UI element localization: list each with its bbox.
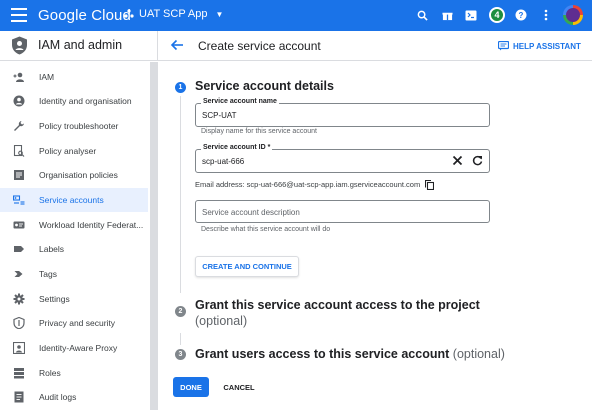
service-account-id-field[interactable]: Service account ID * scp-uat-666 — [195, 144, 490, 173]
more-vert-icon[interactable] — [539, 8, 553, 22]
project-name: UAT SCP App — [139, 8, 208, 20]
service-account-name-hint: Display name for this service account — [201, 128, 317, 135]
gift-icon[interactable] — [440, 8, 454, 22]
wrench-icon — [13, 120, 25, 132]
sidebar-item-audit-logs[interactable]: Audit logs — [0, 385, 148, 409]
privacy-shield-icon — [13, 317, 25, 329]
tag-icon — [13, 268, 25, 280]
step-connector — [180, 96, 181, 293]
sidebar-item-label: Policy troubleshooter — [39, 121, 119, 131]
sidebar-item-label: Tags — [39, 269, 57, 279]
account-circle-icon — [13, 95, 25, 107]
step-2-optional: (optional) — [195, 314, 248, 328]
chevron-down-icon: ▼ — [215, 9, 224, 19]
add-person-icon — [13, 71, 25, 83]
sidebar-item-organisation-policies[interactable]: Organisation policies — [0, 163, 148, 187]
top-app-bar: Google Cloud UAT SCP App ▼ 4 ? — [0, 0, 592, 31]
step-3-optional: (optional) — [452, 347, 505, 361]
service-account-email: Email address: scp-uat-666@uat-scp-app.i… — [195, 180, 421, 189]
sidebar-item-labels[interactable]: Labels — [0, 237, 148, 261]
notification-badge[interactable]: 4 — [489, 7, 505, 23]
chat-icon — [498, 41, 509, 51]
sidebar-item-iam[interactable]: IAM — [0, 65, 148, 89]
svg-text:?: ? — [519, 11, 524, 20]
sidebar-item-label: Audit logs — [39, 392, 77, 402]
search-icon[interactable] — [415, 8, 429, 22]
project-picker[interactable]: UAT SCP App ▼ — [124, 8, 223, 20]
shield-icon — [12, 36, 27, 55]
create-and-continue-button[interactable]: CREATE AND CONTINUE — [195, 256, 299, 277]
field-label: Service account name — [201, 98, 279, 105]
copy-icon[interactable] — [425, 180, 434, 190]
sidebar-item-workload-identity-federation[interactable]: Workload Identity Federat... — [0, 213, 148, 237]
gear-icon — [13, 293, 25, 305]
sidebar-item-policy-troubleshooter[interactable]: Policy troubleshooter — [0, 114, 148, 138]
done-button[interactable]: DONE — [173, 377, 209, 397]
sidebar-scrollbar[interactable] — [150, 62, 158, 410]
sidebar-item-service-accounts[interactable]: Service accounts — [0, 188, 148, 212]
sidebar-item-label: Identity and organisation — [39, 96, 132, 106]
sidebar-item-tags[interactable]: Tags — [0, 262, 148, 286]
field-value: scp-uat-666 — [202, 157, 245, 166]
roles-icon — [13, 367, 25, 379]
help-icon[interactable]: ? — [514, 8, 528, 22]
page-title: Create service account — [198, 39, 321, 53]
sidebar: IAM Identity and organisation Policy tro… — [0, 62, 158, 410]
badge-icon — [13, 219, 25, 231]
page-header: Create service account HELP ASSISTANT — [158, 31, 592, 61]
sidebar-item-label: Organisation policies — [39, 170, 118, 180]
step-2-indicator: 2 — [175, 306, 186, 317]
field-placeholder: Service account description — [202, 208, 300, 217]
step-3-indicator: 3 — [175, 349, 186, 360]
step-3-title[interactable]: Grant users access to this service accou… — [195, 347, 505, 361]
service-account-description-field[interactable]: Service account description — [195, 200, 490, 223]
sidebar-item-label: Identity-Aware Proxy — [39, 343, 118, 353]
cancel-button[interactable]: CANCEL — [218, 377, 260, 397]
proxy-icon — [13, 342, 25, 354]
project-icon — [124, 9, 134, 18]
sidebar-item-identity-organisation[interactable]: Identity and organisation — [0, 89, 148, 113]
label-icon — [13, 243, 25, 255]
sidebar-item-label: IAM — [39, 72, 55, 82]
sidebar-item-label: Settings — [39, 294, 70, 304]
avatar[interactable] — [563, 5, 583, 25]
step-2-title[interactable]: Grant this service account access to the… — [195, 296, 480, 314]
sidebar-item-label: Labels — [39, 244, 65, 254]
step-connector — [180, 333, 181, 345]
close-icon[interactable] — [452, 155, 463, 166]
list-box-icon — [13, 169, 25, 181]
section-title: IAM and admin — [38, 38, 123, 52]
sidebar-item-privacy-security[interactable]: Privacy and security — [0, 311, 148, 335]
service-account-icon — [13, 194, 25, 206]
google-cloud-logo[interactable]: Google Cloud — [38, 7, 131, 24]
service-account-description-hint: Describe what this service account will … — [201, 226, 331, 233]
cloud-shell-icon[interactable] — [464, 8, 478, 22]
field-label: Service account ID * — [201, 144, 273, 151]
service-account-name-field[interactable]: Service account name SCP-UAT — [195, 98, 490, 127]
sidebar-item-label: Workload Identity Federat... — [39, 220, 144, 230]
sidebar-item-settings[interactable]: Settings — [0, 287, 148, 311]
refresh-icon[interactable] — [472, 155, 483, 166]
step-1-title: Service account details — [195, 79, 334, 93]
sidebar-item-policy-analyser[interactable]: Policy analyser — [0, 139, 148, 163]
field-value: SCP-UAT — [202, 111, 237, 120]
step-1-indicator: 1 — [175, 82, 186, 93]
sidebar-item-identity-aware-proxy[interactable]: Identity-Aware Proxy — [0, 336, 148, 360]
step-2-title-text: Grant this service account access to the… — [195, 298, 480, 312]
sidebar-item-label: Policy analyser — [39, 146, 97, 156]
help-assistant-label: HELP ASSISTANT — [513, 41, 581, 51]
section-header: IAM and admin — [0, 31, 158, 61]
document-search-icon — [13, 145, 25, 157]
help-assistant-button[interactable]: HELP ASSISTANT — [498, 41, 581, 51]
sidebar-item-roles[interactable]: Roles — [0, 361, 148, 385]
sidebar-item-label: Privacy and security — [39, 318, 116, 328]
back-arrow-icon[interactable] — [170, 38, 184, 52]
sidebar-item-label: Service accounts — [39, 195, 104, 205]
audit-log-icon — [13, 391, 25, 403]
sidebar-item-label: Roles — [39, 368, 61, 378]
menu-icon[interactable] — [11, 8, 27, 22]
step-3-title-text: Grant users access to this service accou… — [195, 347, 450, 361]
